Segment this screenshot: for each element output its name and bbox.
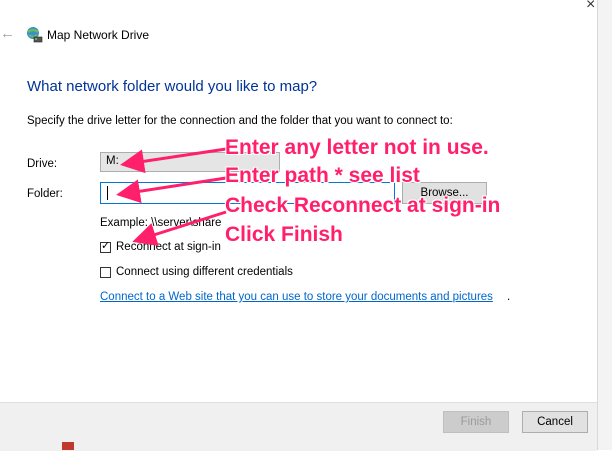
- arrow-reconnect: [132, 210, 227, 246]
- annotation-reconnect: Check Reconnect at sign-in: [225, 194, 501, 217]
- annotation-finish: Click Finish: [225, 223, 343, 246]
- annotation-folder: Enter path * see list: [225, 164, 420, 187]
- annotation-drive: Enter any letter not in use.: [225, 136, 489, 159]
- arrow-drive: [120, 147, 227, 174]
- arrow-folder: [116, 176, 227, 204]
